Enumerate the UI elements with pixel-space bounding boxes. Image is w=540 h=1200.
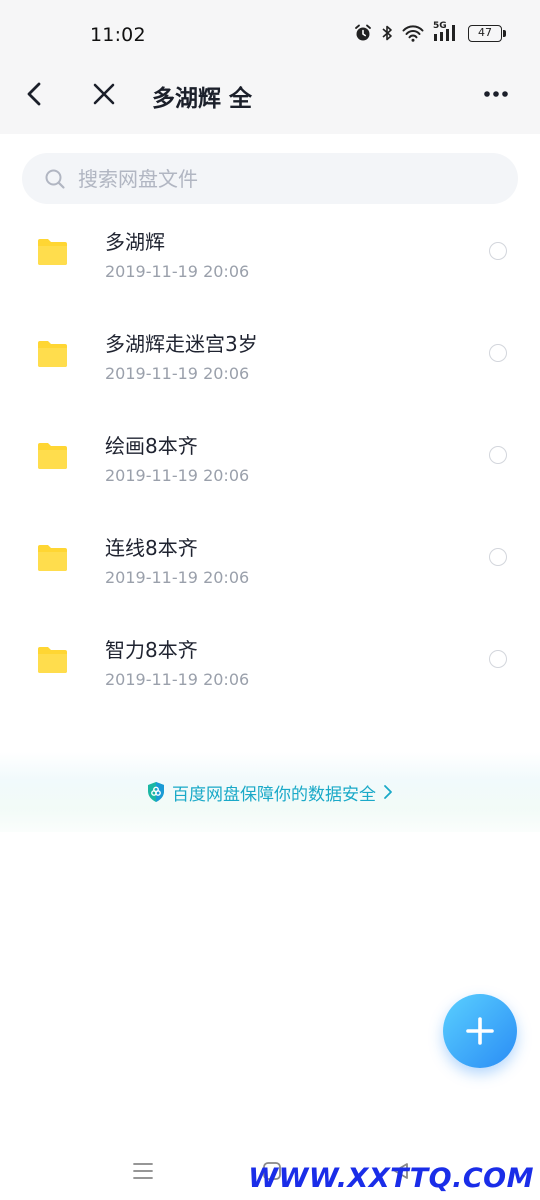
menu-icon bbox=[133, 1163, 153, 1179]
file-name: 绘画8本齐 bbox=[105, 434, 198, 458]
search-box[interactable] bbox=[22, 153, 518, 204]
list-item[interactable]: 绘画8本齐 2019-11-19 20:06 bbox=[0, 418, 540, 520]
security-banner-text: 百度网盘保障你的数据安全 bbox=[172, 784, 376, 805]
add-button[interactable] bbox=[443, 994, 517, 1068]
chevron-right-icon bbox=[384, 785, 392, 799]
file-list: 多湖辉 2019-11-19 20:06 多湖辉走迷宫3岁 2019-11-19… bbox=[0, 214, 540, 724]
file-date: 2019-11-19 20:06 bbox=[105, 670, 250, 689]
alarm-icon bbox=[355, 24, 371, 41]
list-item[interactable]: 多湖辉走迷宫3岁 2019-11-19 20:06 bbox=[0, 316, 540, 418]
watermark-text: WWW.XXTTQ.COM bbox=[248, 1163, 534, 1194]
folder-icon bbox=[38, 443, 67, 469]
security-banner[interactable]: 百度网盘保障你的数据安全 bbox=[0, 752, 540, 832]
shield-icon bbox=[148, 782, 164, 802]
chevron-left-icon bbox=[27, 82, 41, 106]
select-checkbox[interactable] bbox=[489, 650, 507, 668]
select-checkbox[interactable] bbox=[489, 344, 507, 362]
folder-icon bbox=[38, 545, 67, 571]
top-nav-bar: 多湖辉 全 bbox=[0, 52, 540, 134]
select-checkbox[interactable] bbox=[489, 446, 507, 464]
close-button[interactable] bbox=[84, 74, 124, 114]
bluetooth-icon bbox=[382, 25, 392, 41]
list-item[interactable]: 连线8本齐 2019-11-19 20:06 bbox=[0, 520, 540, 622]
select-checkbox[interactable] bbox=[489, 548, 507, 566]
close-icon bbox=[93, 83, 115, 105]
folder-icon bbox=[38, 239, 67, 265]
status-icons: 5G 47 bbox=[354, 21, 506, 42]
plus-icon bbox=[466, 1017, 494, 1045]
list-item[interactable]: 智力8本齐 2019-11-19 20:06 bbox=[0, 622, 540, 724]
recent-apps-button[interactable] bbox=[128, 1156, 158, 1186]
file-date: 2019-11-19 20:06 bbox=[105, 364, 250, 383]
file-name: 多湖辉走迷宫3岁 bbox=[105, 332, 258, 356]
folder-icon bbox=[38, 647, 67, 673]
signal-group: 5G bbox=[433, 21, 459, 42]
status-bar: 11:02 5G 47 bbox=[0, 0, 540, 52]
select-checkbox[interactable] bbox=[489, 242, 507, 260]
more-button[interactable] bbox=[476, 74, 516, 114]
status-time: 11:02 bbox=[90, 24, 146, 46]
battery-icon: 47 bbox=[468, 24, 506, 42]
file-name: 多湖辉 bbox=[105, 230, 165, 254]
page-title: 多湖辉 全 bbox=[152, 86, 253, 112]
list-item[interactable]: 多湖辉 2019-11-19 20:06 bbox=[0, 214, 540, 316]
file-date: 2019-11-19 20:06 bbox=[105, 466, 250, 485]
folder-icon bbox=[38, 341, 67, 367]
back-button[interactable] bbox=[14, 74, 54, 114]
file-name: 连线8本齐 bbox=[105, 536, 198, 560]
more-icon bbox=[484, 91, 508, 97]
file-name: 智力8本齐 bbox=[105, 638, 198, 662]
file-date: 2019-11-19 20:06 bbox=[105, 568, 250, 587]
signal-icon bbox=[434, 25, 455, 41]
file-date: 2019-11-19 20:06 bbox=[105, 262, 250, 281]
search-icon bbox=[45, 169, 65, 189]
wifi-icon bbox=[402, 25, 424, 42]
search-input[interactable] bbox=[78, 166, 458, 191]
